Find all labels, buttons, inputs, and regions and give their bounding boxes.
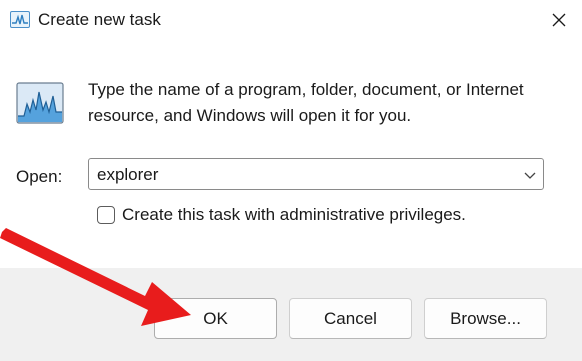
task-manager-icon [10,11,30,28]
cancel-button[interactable]: Cancel [289,298,412,339]
open-input[interactable]: explorer [97,164,158,186]
admin-privileges-label[interactable]: Create this task with administrative pri… [122,204,466,226]
run-program-icon [16,82,64,124]
browse-button[interactable]: Browse... [424,298,547,339]
admin-privileges-checkbox[interactable] [97,206,115,224]
open-label: Open: [16,167,63,186]
open-combobox[interactable]: explorer [88,158,544,190]
admin-privileges-row[interactable]: Create this task with administrative pri… [97,203,466,227]
title-bar: Create new task [0,0,582,42]
button-bar: OK Cancel Browse... [0,268,582,361]
close-icon [552,13,566,27]
window-title: Create new task [38,10,161,29]
dialog-content: Type the name of a program, folder, docu… [0,42,582,268]
close-button[interactable] [536,0,582,40]
chevron-down-icon[interactable] [523,168,537,182]
create-new-task-dialog: Create new task Type the name of a progr… [0,0,582,361]
ok-button[interactable]: OK [154,298,277,339]
description-text: Type the name of a program, folder, docu… [88,80,524,125]
